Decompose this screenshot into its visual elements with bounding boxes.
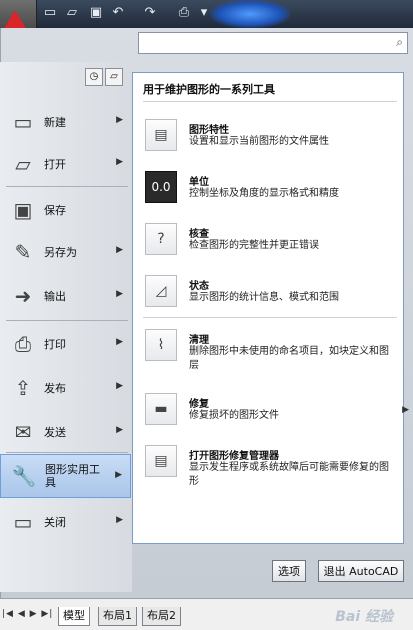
new-file-icon[interactable]: ▭	[42, 5, 58, 21]
menu-item-0[interactable]: ▭ 新建 ▶	[0, 100, 131, 144]
close-icon: ▭	[13, 510, 33, 534]
submenu-item-1[interactable]: 0.0 单位 控制坐标及角度的显示格式和精度	[145, 171, 401, 215]
toolbar-dropdown-icon[interactable]: ▾	[196, 5, 212, 21]
layout-tab-bar: |◀ ◀ ▶ ▶| 模型 布局1 布局2 Bai 经验	[0, 598, 413, 630]
submenu-item-5[interactable]: ▬ 修复 修复损坏的图形文件 ▶	[145, 393, 409, 437]
menu-divider	[6, 452, 128, 453]
submenu-item-title: 修复	[189, 399, 209, 410]
drawing-properties-icon: ▤	[145, 119, 177, 151]
submenu-item-description: 检查图形的完整性并更正错误	[189, 240, 319, 251]
submenu-arrow-icon: ▶	[116, 289, 123, 299]
open-documents-icon[interactable]: ▱	[105, 68, 123, 86]
menu-item-1[interactable]: ▱ 打开 ▶	[0, 142, 131, 186]
submenu-arrow-icon: ▶	[116, 337, 123, 347]
submenu-arrow-icon: ▶	[116, 425, 123, 435]
menu-item-label: 另存为	[44, 245, 77, 259]
submenu-item-description: 设置和显示当前图形的文件属性	[189, 136, 329, 147]
submenu-item-description: 修复损坏的图形文件	[189, 410, 279, 421]
export-icon: ➜	[14, 284, 32, 308]
recent-documents-toggles: ◷ ▱	[85, 68, 125, 86]
submenu-item-title: 状态	[189, 281, 209, 292]
recovery-manager-icon: ▤	[145, 445, 177, 477]
submenu-arrow-icon: ▶	[116, 515, 123, 525]
submenu-item-description: 显示发生程序或系统故障后可能需要修复的图形	[189, 462, 389, 487]
save-icon[interactable]: ▣	[88, 5, 104, 21]
menu-item-label: 图形实用工具	[45, 463, 100, 489]
menu-item-8[interactable]: 🔧 图形实用工具 ▶	[0, 454, 131, 498]
tab-layout1[interactable]: 布局1	[98, 607, 137, 626]
redo-icon[interactable]: ↷	[142, 5, 158, 21]
tab-layout2[interactable]: 布局2	[142, 607, 181, 626]
menu-item-4[interactable]: ➜ 输出 ▶	[0, 274, 131, 318]
menu-item-label: 打开	[44, 157, 66, 171]
submenu-item-title: 打开图形修复管理器	[189, 451, 279, 462]
submenu-arrow-icon: ▶	[116, 381, 123, 391]
send-icon: ✉	[14, 420, 32, 444]
menu-item-label: 保存	[44, 203, 66, 217]
watermark: Bai 经验	[335, 609, 393, 625]
drawing-utilities-submenu: 用于维护图形的一系列工具 ▤ 图形特性 设置和显示当前图形的文件属性 0.0 单位 控制坐…	[132, 72, 409, 544]
submenu-title: 用于维护图形的一系列工具	[143, 83, 275, 96]
purge-icon: ⌇	[145, 329, 177, 361]
title-glow	[210, 0, 290, 28]
submenu-item-2[interactable]: ? 核查 检查图形的完整性并更正错误	[145, 223, 401, 267]
menu-item-label: 新建	[44, 115, 66, 129]
menu-item-label: 发送	[44, 425, 66, 439]
open-icon: ▱	[15, 152, 31, 176]
exit-autocad-button[interactable]: 退出 AutoCAD	[318, 560, 404, 582]
menu-divider	[6, 186, 128, 187]
tab-model[interactable]: 模型	[58, 607, 90, 626]
submenu-item-title: 单位	[189, 177, 209, 188]
submenu-arrow-icon: ▶	[116, 157, 123, 167]
save-icon: ▣	[13, 198, 33, 222]
tab-scroll-arrows[interactable]: |◀ ◀ ▶ ▶|	[2, 609, 53, 619]
save-as-icon: ✎	[14, 240, 32, 264]
submenu-item-4[interactable]: ⌇ 清理 删除图形中未使用的命名项目，如块定义和图层	[145, 329, 401, 373]
submenu-arrow-icon: ▶	[115, 470, 122, 480]
submenu-item-3[interactable]: ◿ 状态 显示图形的统计信息、模式和范围	[145, 275, 401, 319]
submenu-arrow-icon: ▶	[116, 245, 123, 255]
menu-divider	[6, 320, 128, 321]
recent-documents-icon[interactable]: ◷	[85, 68, 103, 86]
menu-item-3[interactable]: ✎ 另存为 ▶	[0, 230, 131, 274]
options-button[interactable]: 选项	[272, 560, 306, 582]
recover-icon: ▬	[145, 393, 177, 425]
undo-icon[interactable]: ↶	[110, 5, 126, 21]
submenu-divider	[143, 101, 397, 102]
menu-item-label: 输出	[44, 289, 66, 303]
submenu-item-description: 控制坐标及角度的显示格式和精度	[189, 188, 339, 199]
submenu-item-title: 核查	[189, 229, 209, 240]
submenu-item-6[interactable]: ▤ 打开图形修复管理器 显示发生程序或系统故障后可能需要修复的图形	[145, 445, 401, 489]
search-input[interactable]: ⌕	[138, 32, 408, 54]
plot-icon[interactable]: ⎙	[176, 5, 192, 21]
quick-access-toolbar: ▭ ▱ ▣ ↶ ↷ ⎙ ▾	[0, 0, 413, 28]
menu-item-label: 打印	[44, 337, 66, 351]
audit-icon: ?	[145, 223, 177, 255]
submenu-item-description: 删除图形中未使用的命名项目，如块定义和图层	[189, 346, 389, 371]
submenu-item-0[interactable]: ▤ 图形特性 设置和显示当前图形的文件属性	[145, 119, 401, 163]
submenu-item-title: 图形特性	[189, 125, 229, 136]
menu-item-label: 关闭	[44, 515, 66, 529]
submenu-item-title: 清理	[189, 335, 209, 346]
open-folder-icon[interactable]: ▱	[64, 5, 80, 21]
print-icon: ⎙	[15, 332, 31, 356]
submenu-divider	[143, 317, 397, 318]
status-icon: ◿	[145, 275, 177, 307]
drawing-utilities-icon: 🔧	[11, 464, 37, 488]
menu-item-6[interactable]: ⇪ 发布 ▶	[0, 366, 131, 410]
menu-item-7[interactable]: ✉ 发送 ▶	[0, 410, 131, 454]
submenu-arrow-icon: ▶	[116, 115, 123, 125]
new-icon: ▭	[13, 110, 33, 134]
menu-item-9[interactable]: ▭ 关闭 ▶	[0, 500, 131, 544]
menu-item-5[interactable]: ⎙ 打印 ▶	[0, 322, 131, 366]
search-icon[interactable]: ⌕	[396, 35, 403, 50]
submenu-arrow-icon: ▶	[402, 405, 409, 415]
publish-icon: ⇪	[14, 376, 32, 400]
submenu-item-description: 显示图形的统计信息、模式和范围	[189, 292, 339, 303]
units-icon: 0.0	[145, 171, 177, 203]
menu-item-2[interactable]: ▣ 保存	[0, 188, 131, 232]
menu-item-label: 发布	[44, 381, 66, 395]
